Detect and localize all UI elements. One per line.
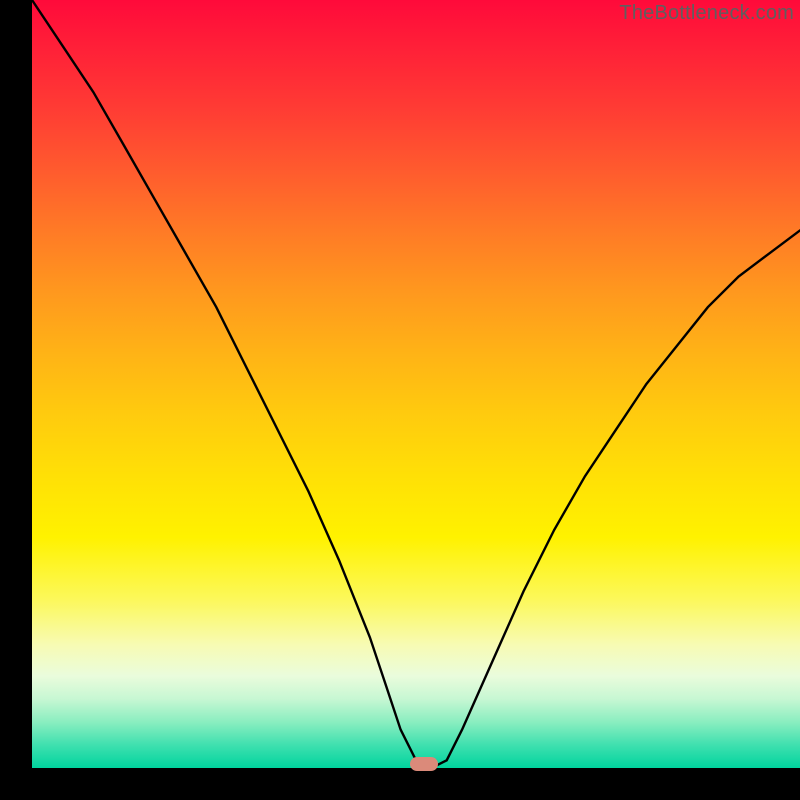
bottleneck-curve — [32, 0, 800, 768]
chart-frame: TheBottleneck.com — [0, 0, 800, 800]
curve-path — [32, 0, 800, 768]
plot-area: TheBottleneck.com — [32, 0, 800, 768]
optimal-marker — [410, 757, 438, 771]
